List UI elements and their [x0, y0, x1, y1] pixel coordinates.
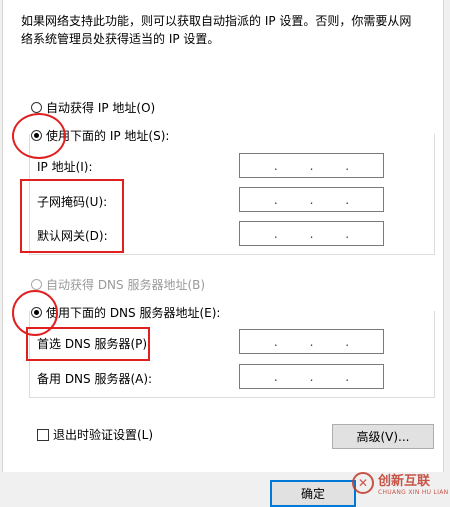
subnet-mask-input[interactable]: ...	[239, 187, 384, 212]
radio-manual-dns[interactable]: 使用下面的 DNS 服务器地址(E):	[31, 304, 224, 321]
annotation-rect-preferred-dns	[26, 327, 150, 361]
advanced-button[interactable]: 高级(V)...	[332, 424, 434, 449]
preferred-dns-input[interactable]: ...	[239, 329, 384, 354]
ip-dot: .	[345, 192, 350, 207]
ip-dot: .	[345, 334, 350, 349]
ip-dot: .	[309, 158, 314, 173]
radio-manual-dns-label: 使用下面的 DNS 服务器地址(E):	[46, 306, 221, 320]
radio-auto-dns[interactable]: 自动获得 DNS 服务器地址(B)	[31, 276, 205, 293]
annotation-rect-subnet-gateway	[20, 179, 124, 253]
ip-dot: .	[273, 226, 278, 241]
ip-dot: .	[273, 369, 278, 384]
alternate-dns-input[interactable]: ...	[239, 364, 384, 389]
ok-button-label: 确定	[300, 487, 325, 501]
ip-dot: .	[345, 369, 350, 384]
ip-dot: .	[273, 192, 278, 207]
ip-dot: .	[345, 158, 350, 173]
watermark: ✕ 创新互联 CHUANG XIN HU LIAN	[352, 470, 448, 496]
radio-auto-dns-circle[interactable]	[31, 279, 42, 290]
ip-dot: .	[345, 226, 350, 241]
radio-auto-ip-label: 自动获得 IP 地址(O)	[46, 101, 156, 115]
radio-auto-ip-circle[interactable]	[31, 102, 42, 113]
description-text: 如果网络支持此功能，则可以获取自动指派的 IP 设置。否则，你需要从网 络系统管…	[21, 12, 421, 48]
ip-address-input[interactable]: ...	[239, 153, 384, 178]
validate-checkbox-label: 退出时验证设置(L)	[53, 428, 154, 442]
ip-dot: .	[309, 226, 314, 241]
ip-dot: .	[309, 369, 314, 384]
description-line-1: 如果网络支持此功能，则可以获取自动指派的 IP 设置。否则，你需要从网	[21, 14, 412, 28]
watermark-subtext: CHUANG XIN HU LIAN	[378, 489, 449, 496]
validate-on-exit-checkbox[interactable]: 退出时验证设置(L)	[37, 426, 153, 443]
description-line-2: 络系统管理员处获得适当的 IP 设置。	[21, 32, 220, 46]
ip-dot: .	[273, 158, 278, 173]
watermark-logo-icon: ✕	[352, 472, 374, 494]
annotation-circle-ip	[12, 113, 66, 159]
ip-dot: .	[273, 334, 278, 349]
ip-dot: .	[309, 192, 314, 207]
radio-auto-dns-label: 自动获得 DNS 服务器地址(B)	[46, 278, 206, 292]
validate-checkbox-box[interactable]	[37, 428, 49, 441]
radio-auto-ip[interactable]: 自动获得 IP 地址(O)	[31, 99, 155, 116]
alternate-dns-label: 备用 DNS 服务器(A):	[37, 372, 153, 386]
default-gateway-input[interactable]: ...	[239, 221, 384, 246]
watermark-text: 创新互联	[378, 474, 431, 489]
ip-dot: .	[309, 334, 314, 349]
watermark-text-block: 创新互联 CHUANG XIN HU LIAN	[378, 470, 448, 496]
ip-address-label: IP 地址(I):	[37, 160, 93, 174]
ok-button[interactable]: 确定	[270, 480, 356, 507]
advanced-button-label: 高级(V)...	[356, 430, 410, 444]
